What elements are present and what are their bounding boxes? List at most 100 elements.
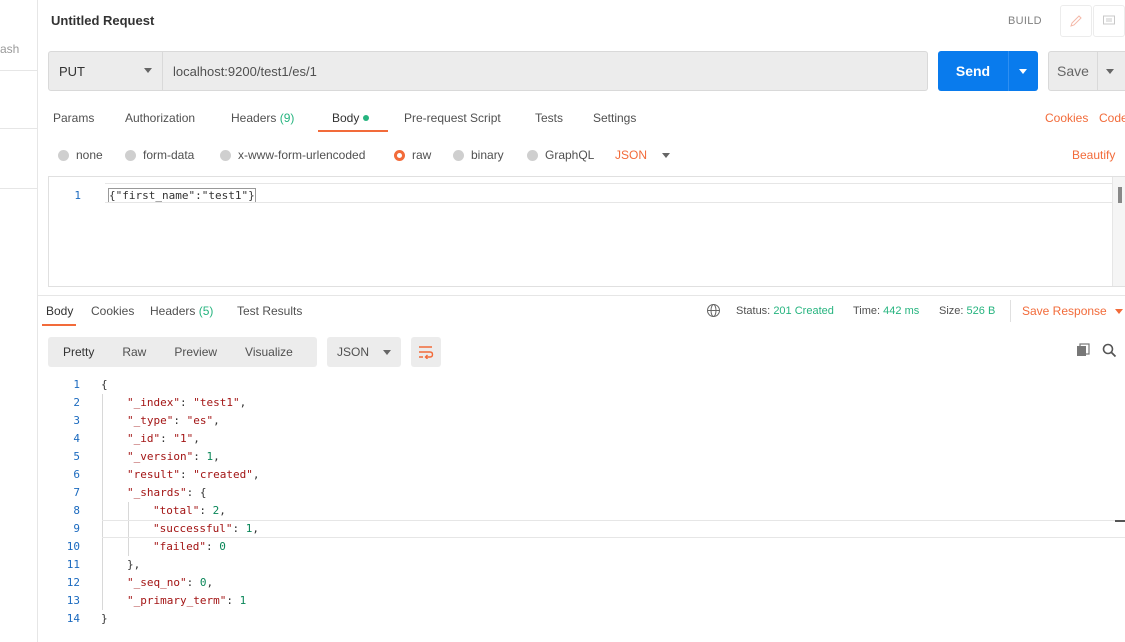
body-format-select[interactable]: JSON <box>615 148 671 162</box>
chevron-down-icon[interactable] <box>1106 68 1114 74</box>
radio-x-www-form-urlencoded[interactable]: x-www-form-urlencoded <box>220 148 365 162</box>
scrollbar-thumb[interactable] <box>1118 187 1122 203</box>
chevron-down-icon <box>383 349 392 355</box>
radio-graphql[interactable]: GraphQL <box>527 148 594 162</box>
radio-icon <box>125 149 136 161</box>
copy-icon[interactable] <box>1076 343 1091 361</box>
send-button[interactable]: Send <box>938 51 1038 91</box>
chevron-down-icon[interactable] <box>1019 68 1027 74</box>
view-pretty[interactable]: Pretty <box>48 345 94 359</box>
json-key: "_index" <box>127 396 180 409</box>
radio-icon <box>58 149 69 161</box>
status-value[interactable]: 201 Created <box>773 305 834 317</box>
radio-none[interactable]: none <box>58 148 103 162</box>
sidebar-divider <box>0 188 38 189</box>
url-value: localhost:9200/test1/es/1 <box>173 63 317 79</box>
save-button[interactable]: Save <box>1048 51 1125 91</box>
json-colon: : <box>173 414 187 427</box>
json-colon: : <box>205 540 220 553</box>
json-key: "result" <box>127 468 180 481</box>
json-line: } <box>101 612 108 625</box>
json-punct: , <box>193 432 200 445</box>
view-visualize[interactable]: Visualize <box>217 345 293 359</box>
status-label: Status: <box>736 305 771 317</box>
json-value: "1" <box>173 432 194 445</box>
json-colon: : <box>199 504 213 517</box>
wrap-lines-icon <box>419 346 434 359</box>
comment-icon[interactable] <box>1093 5 1125 37</box>
json-punct: , <box>239 396 247 409</box>
sidebar-divider <box>0 70 38 71</box>
radio-label: binary <box>471 148 504 162</box>
line-number: 1 <box>73 378 80 391</box>
active-tab-underline <box>42 324 76 326</box>
json-colon: : <box>186 576 200 589</box>
json-value: 1 <box>239 594 247 607</box>
response-tab-headers[interactable]: Headers (5) <box>150 304 213 318</box>
line-number: 5 <box>73 450 80 463</box>
json-value: "es" <box>186 414 214 427</box>
json-key: "failed" <box>153 540 206 553</box>
size-value[interactable]: 526 B <box>967 305 996 317</box>
json-colon: : <box>160 432 174 445</box>
sidebar-fragment[interactable]: ash <box>0 42 19 56</box>
request-body-editor[interactable]: 1 {"first_name":"test1"} <box>48 176 1125 287</box>
response-tab-body[interactable]: Body <box>46 304 73 318</box>
radio-form-data[interactable]: form-data <box>125 148 194 162</box>
view-preview[interactable]: Preview <box>146 345 217 359</box>
radio-binary[interactable]: binary <box>453 148 504 162</box>
json-key: "_version" <box>127 450 194 463</box>
tab-authorization[interactable]: Authorization <box>125 111 195 125</box>
response-tab-cookies[interactable]: Cookies <box>91 304 134 318</box>
json-line: "failed": 0 <box>153 540 226 553</box>
beautify-link[interactable]: Beautify <box>1072 148 1115 162</box>
save-divider <box>1097 52 1098 90</box>
json-line: "_id": "1", <box>127 432 200 445</box>
method-select[interactable]: PUT <box>48 51 163 91</box>
json-line: "_shards": { <box>127 486 206 499</box>
json-key: "_primary_term" <box>127 594 227 607</box>
scrollbar-thumb[interactable] <box>1115 520 1125 522</box>
tab-label: Authorization <box>125 111 196 125</box>
url-input[interactable]: localhost:9200/test1/es/1 <box>163 51 928 91</box>
active-line-highlight <box>105 183 1115 203</box>
json-line: "total": 2, <box>153 504 226 517</box>
response-body-viewer[interactable]: 1 {2 "_index": "test1", 3 "_type": "es", 4 "_i… <box>38 376 1125 636</box>
pencil-icon[interactable] <box>1060 5 1092 37</box>
view-raw[interactable]: Raw <box>94 345 146 359</box>
response-format-select[interactable]: JSON <box>327 337 401 367</box>
cookies-link[interactable]: Cookies <box>1045 111 1088 125</box>
meta-divider <box>1010 300 1011 322</box>
pane-divider <box>38 295 1125 296</box>
search-icon[interactable] <box>1102 343 1117 361</box>
radio-raw[interactable]: raw <box>394 148 431 162</box>
json-colon: : <box>179 396 194 409</box>
radio-label: raw <box>412 148 432 162</box>
json-punct: , <box>219 504 226 517</box>
tab-params[interactable]: Params <box>53 111 94 125</box>
code-link[interactable]: Code <box>1099 111 1125 125</box>
status-readout: Status: 201 Created <box>736 305 834 317</box>
tab-tests[interactable]: Tests <box>535 111 563 125</box>
line-number: 1 <box>74 189 81 202</box>
line-number: 14 <box>66 612 80 625</box>
build-mode-label[interactable]: BUILD <box>1008 15 1042 27</box>
json-value: "created" <box>193 468 253 481</box>
save-response-button[interactable]: Save Response <box>1022 304 1123 318</box>
headers-count: (9) <box>279 111 295 125</box>
tab-settings[interactable]: Settings <box>593 111 636 125</box>
tab-headers[interactable]: Headers (9) <box>231 111 294 125</box>
time-value[interactable]: 442 ms <box>883 305 919 317</box>
tab-body[interactable]: Body <box>332 111 370 125</box>
json-colon: : <box>226 594 240 607</box>
line-number: 13 <box>66 594 80 607</box>
globe-icon[interactable] <box>706 303 721 321</box>
json-colon: : <box>179 468 194 481</box>
wrap-lines-button[interactable] <box>411 337 441 367</box>
tab-label: Pre-request Script <box>404 111 501 125</box>
response-tab-test-results[interactable]: Test Results <box>237 304 302 318</box>
json-punct: , <box>213 450 220 463</box>
tab-pre-request-script[interactable]: Pre-request Script <box>404 111 501 125</box>
request-title[interactable]: Untitled Request <box>51 13 154 28</box>
indent-guide <box>102 394 103 610</box>
